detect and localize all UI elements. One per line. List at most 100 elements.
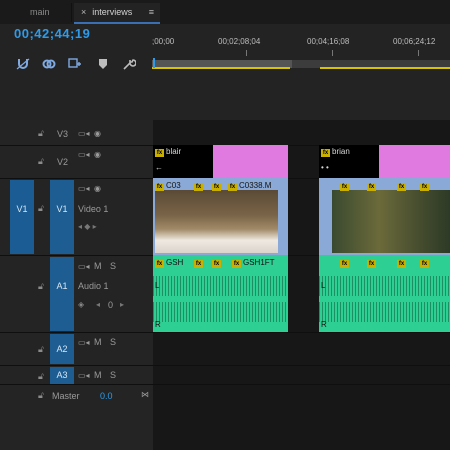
fx-badge: fx <box>155 260 164 268</box>
track-name-v1: Video 1 <box>78 204 109 214</box>
fx-badge: fx <box>155 149 164 157</box>
playhead[interactable] <box>153 58 155 68</box>
keyframe-nav-icon[interactable]: ◂ <box>96 300 100 309</box>
mic-icon[interactable]: ▭◂ <box>78 371 90 380</box>
ruler-label-2: 00;04;16;08 <box>307 37 350 46</box>
fx-badge: fx <box>340 260 349 268</box>
ruler-label-3: 00;06;24;12 <box>393 37 436 46</box>
video-clip-header: fx C0338.M <box>228 180 271 191</box>
panel-menu-icon[interactable]: ≡ <box>149 3 154 22</box>
clip-thumbnail <box>192 190 226 253</box>
clip-thumbnail <box>226 190 278 253</box>
track-divider <box>0 332 450 333</box>
fx-badge: fx <box>194 183 203 191</box>
audio-clip-header: fx <box>420 257 431 268</box>
fx-badge: fx <box>212 183 221 191</box>
fx-badge: fx <box>397 260 406 268</box>
eye-icon[interactable]: ◉ <box>94 129 101 138</box>
video-clip-header: fx <box>397 180 408 191</box>
snap-icon[interactable] <box>16 58 30 70</box>
video-clip-header: fx <box>367 180 378 191</box>
camera-icon[interactable]: ▭◂ <box>78 150 90 159</box>
audio-clip-header: fx <box>367 257 378 268</box>
audio-clip-header: fx <box>212 257 223 268</box>
track-target-a3[interactable]: A3 <box>50 367 74 384</box>
source-patch-v1[interactable]: V1 <box>10 180 34 254</box>
track-divider <box>0 365 450 366</box>
eye-icon[interactable]: ◉ <box>94 150 101 159</box>
solo-button[interactable]: S <box>110 337 116 347</box>
track-label-v2: V2 <box>57 157 69 167</box>
volume-value[interactable]: 0 <box>108 300 113 310</box>
video-clip-name: C0338.M <box>239 181 272 190</box>
audio-clip-header: fx GSH <box>155 257 183 268</box>
video-clip-name: C03 <box>166 181 181 190</box>
fx-badge: fx <box>212 260 221 268</box>
lock-icon[interactable]: 🔓︎ <box>38 128 44 139</box>
render-bar <box>152 67 290 69</box>
tab-interviews-label: interviews <box>92 7 133 17</box>
collapse-icon[interactable]: ⋈ <box>141 390 149 399</box>
track-divider <box>0 384 450 385</box>
fx-badge: fx <box>367 183 376 191</box>
mute-button[interactable]: M <box>94 261 102 271</box>
add-marker-icon[interactable] <box>68 58 82 70</box>
title-clip-name: blair <box>166 147 182 156</box>
video-clip-header: fx <box>212 180 223 191</box>
mic-icon[interactable]: ▭◂ <box>78 338 90 347</box>
marker-icon[interactable] <box>96 58 110 70</box>
linked-selection-icon[interactable] <box>42 58 56 70</box>
keyframe-nav-icon[interactable]: ◂ ◆ ▸ <box>78 222 97 231</box>
fx-badge: fx <box>367 260 376 268</box>
track-name-a1: Audio 1 <box>78 281 109 291</box>
lock-icon[interactable]: 🔓︎ <box>38 344 44 355</box>
keyframe-icon[interactable]: ◈ <box>78 300 84 309</box>
channel-label: R <box>155 320 161 329</box>
fx-badge: fx <box>232 260 241 268</box>
mic-icon[interactable]: ▭◂ <box>78 262 90 271</box>
ruler-tick <box>246 50 247 56</box>
ruler-label-1: 00;02;08;04 <box>218 37 261 46</box>
audio-clip-header: fx GSH1FT <box>232 257 275 268</box>
lock-icon[interactable]: 🔓︎ <box>38 156 44 167</box>
wrench-icon[interactable] <box>122 58 137 70</box>
fx-badge: fx <box>321 149 330 157</box>
audio-waveform <box>319 302 450 322</box>
solo-button[interactable]: S <box>110 370 116 380</box>
keyframe-nav-icon[interactable]: ▸ <box>120 300 124 309</box>
audio-clip-header: fx <box>194 257 205 268</box>
master-volume-value[interactable]: 0.0 <box>100 391 113 401</box>
audio-clip-header: fx <box>340 257 351 268</box>
mute-button[interactable]: M <box>94 370 102 380</box>
master-label: Master <box>52 391 80 401</box>
camera-icon[interactable]: ▭◂ <box>78 129 90 138</box>
solo-button[interactable]: S <box>110 261 116 271</box>
close-icon[interactable]: × <box>81 7 86 17</box>
title-clip-header: fx brian • • <box>319 145 379 178</box>
title-clip-sub: • • <box>321 163 329 172</box>
audio-waveform <box>319 276 450 296</box>
audio-clip-name: GSH <box>166 258 184 267</box>
title-clip-name: brian <box>332 147 350 156</box>
camera-icon[interactable]: ▭◂ <box>78 184 90 193</box>
fx-badge: fx <box>397 183 406 191</box>
tab-interviews[interactable]: × interviews ≡ <box>74 3 160 22</box>
ruler-label-0: ;00;00 <box>152 37 175 46</box>
track-target-a2[interactable]: A2 <box>50 334 74 364</box>
video-clip-header: fx <box>194 180 205 191</box>
channel-label: L <box>155 281 160 290</box>
lock-icon[interactable]: 🔓︎ <box>38 281 44 292</box>
tab-main[interactable]: main <box>12 3 72 22</box>
lock-icon[interactable]: 🔓︎ <box>38 390 44 401</box>
lock-icon[interactable]: 🔓︎ <box>38 371 44 382</box>
track-target-a1[interactable]: A1 <box>50 257 74 331</box>
mute-button[interactable]: M <box>94 337 102 347</box>
audio-waveform <box>153 276 288 296</box>
video-clip-header: fx <box>340 180 351 191</box>
track-target-v1[interactable]: V1 <box>50 180 74 254</box>
eye-icon[interactable]: ◉ <box>94 184 101 193</box>
audio-clip-header: fx <box>397 257 408 268</box>
playhead-timecode[interactable]: 00;42;44;19 <box>14 26 90 41</box>
fx-badge: fx <box>194 260 203 268</box>
lock-icon[interactable]: 🔓︎ <box>38 203 44 214</box>
